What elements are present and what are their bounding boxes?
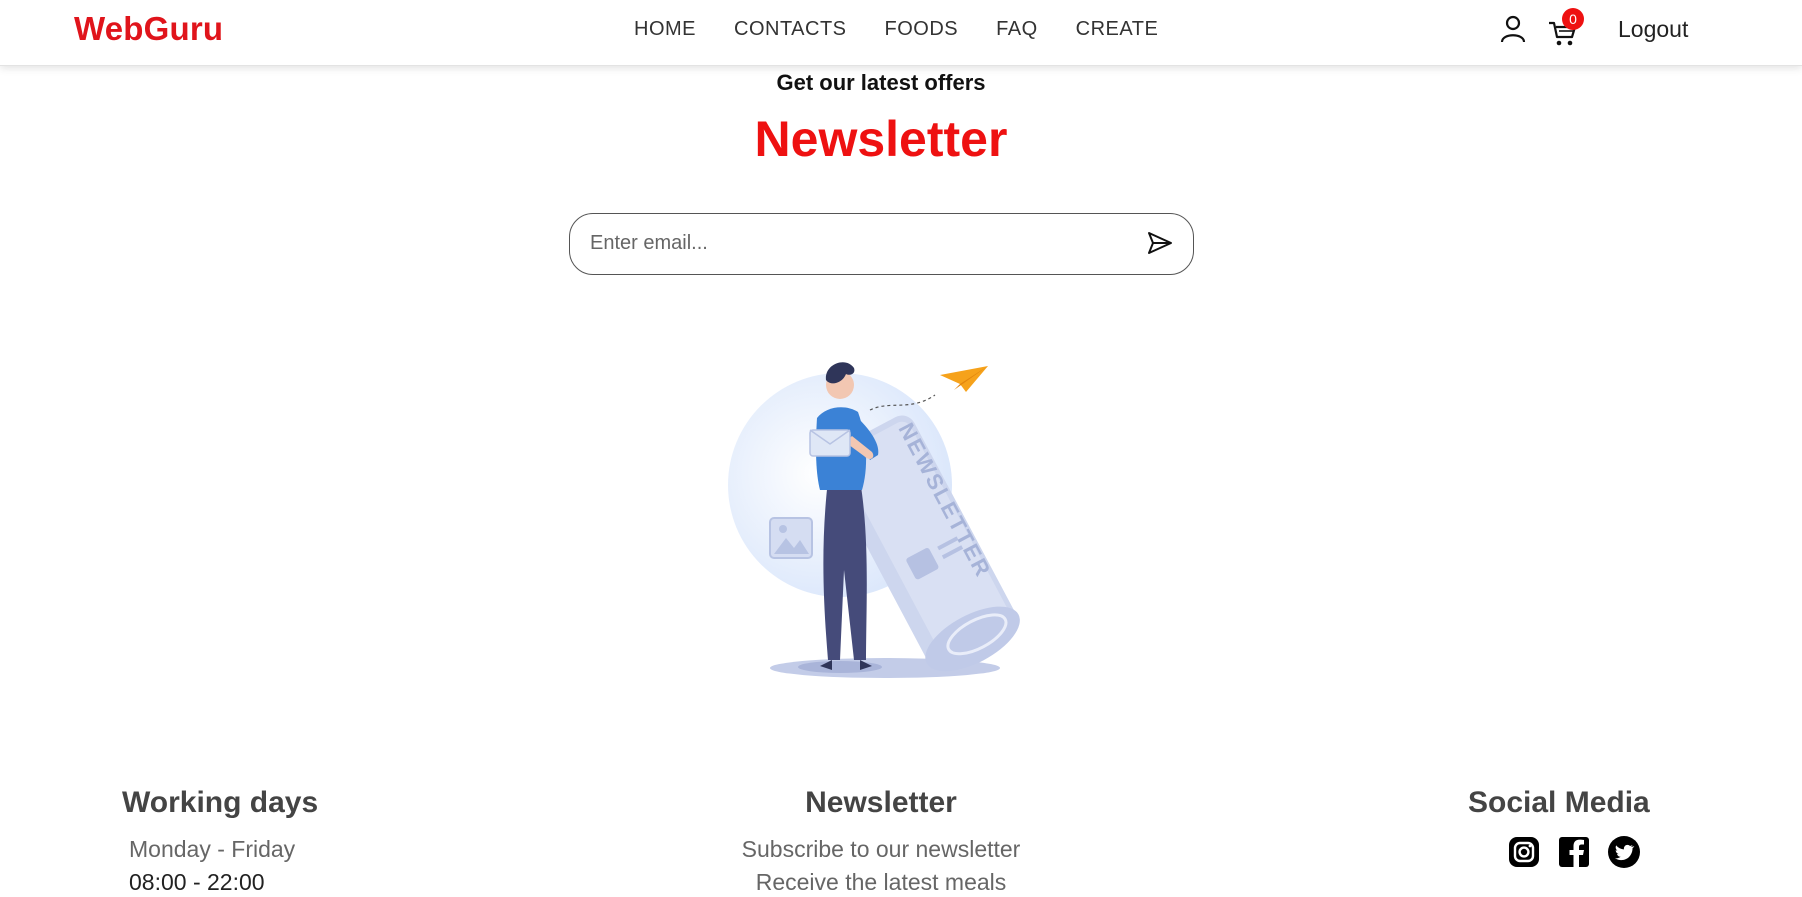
instagram-icon[interactable] bbox=[1508, 836, 1540, 868]
footer-newsletter-line2: Receive the latest meals bbox=[755, 869, 1007, 895]
nav-home[interactable]: HOME bbox=[634, 18, 696, 41]
user-icon[interactable] bbox=[1500, 15, 1526, 43]
twitter-icon[interactable] bbox=[1608, 836, 1640, 868]
top-navbar: WebGuru HOME CONTACTS FOODS FAQ CREATE 0… bbox=[0, 0, 1802, 66]
brand-logo[interactable]: WebGuru bbox=[74, 10, 223, 48]
facebook-icon[interactable] bbox=[1558, 836, 1590, 868]
footer-social-media: Social Media bbox=[1468, 786, 1650, 868]
nav-create[interactable]: CREATE bbox=[1076, 18, 1159, 41]
email-form bbox=[569, 213, 1194, 275]
main-nav: HOME CONTACTS FOODS FAQ CREATE bbox=[634, 18, 1158, 41]
newsletter-title: Newsletter bbox=[754, 111, 1008, 167]
cart-button[interactable]: 0 bbox=[1548, 8, 1584, 46]
newsletter-illustration: NEWSLETTER bbox=[728, 362, 1020, 678]
social-media-title: Social Media bbox=[1468, 786, 1650, 819]
email-input[interactable] bbox=[590, 214, 1130, 272]
send-icon[interactable] bbox=[1146, 229, 1174, 257]
nav-foods[interactable]: FOODS bbox=[885, 18, 959, 41]
nav-contacts[interactable]: CONTACTS bbox=[734, 18, 847, 41]
cart-count-badge: 0 bbox=[1562, 8, 1584, 30]
nav-faq[interactable]: FAQ bbox=[996, 18, 1038, 41]
social-links bbox=[1468, 836, 1650, 868]
offers-subtitle: Get our latest offers bbox=[776, 70, 986, 95]
logout-button[interactable]: Logout bbox=[1618, 16, 1688, 43]
